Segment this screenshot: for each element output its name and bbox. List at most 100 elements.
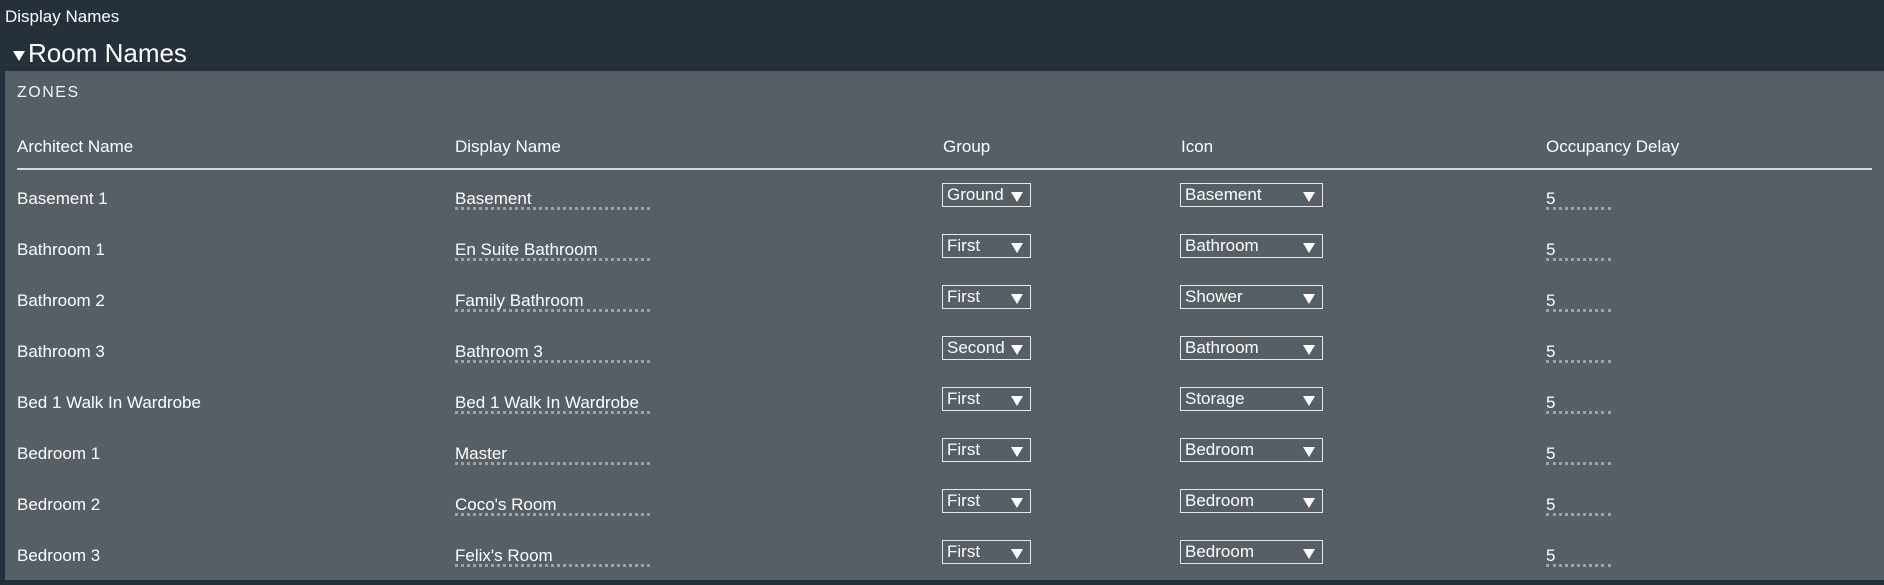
dropdown-arrow-icon [1303, 345, 1315, 355]
architect-name-cell: Bedroom 2 [17, 495, 101, 514]
display-name-value: Family Bathroom [455, 291, 584, 310]
icon-select[interactable]: Bedroom [1180, 489, 1323, 513]
group-select-value: First [947, 287, 981, 306]
group-select[interactable]: First [942, 387, 1031, 411]
column-header-occupancy-delay: Occupancy Delay [1546, 137, 1680, 156]
dropdown-arrow-icon [1303, 396, 1315, 406]
group-select[interactable]: First [942, 438, 1031, 462]
display-name-value: Basement [455, 189, 532, 208]
display-name-value: Coco's Room [455, 495, 557, 514]
column-header-group: Group [943, 137, 991, 156]
architect-name-cell: Bathroom 2 [17, 291, 105, 310]
display-name-value: En Suite Bathroom [455, 240, 598, 259]
group-select-value: Ground [947, 185, 1004, 204]
dropdown-arrow-icon [1303, 294, 1315, 304]
display-name-input[interactable]: Coco's Room [455, 483, 650, 516]
column-header-architect-name: Architect Name [17, 137, 134, 156]
architect-name-cell: Bedroom 1 [17, 444, 101, 463]
icon-select[interactable]: Bedroom [1180, 540, 1323, 564]
display-name-input[interactable]: Bathroom 3 [455, 330, 650, 363]
table-row: Bed 1 Walk In Wardrobe Bed 1 Walk In Ward… [5, 381, 1884, 432]
occupancy-delay-input[interactable]: 5 [1546, 432, 1611, 465]
icon-select-value: Bedroom [1185, 491, 1254, 510]
occupancy-delay-value: 5 [1546, 546, 1556, 565]
occupancy-delay-value: 5 [1546, 240, 1556, 259]
table-row: Bathroom 1 En Suite Bathroom First Bathroom… [5, 228, 1884, 279]
group-select-value: First [947, 440, 981, 459]
column-header-display-name: Display Name [455, 137, 561, 156]
icon-select-value: Bathroom [1185, 236, 1259, 255]
group-select-value: First [947, 236, 981, 255]
occupancy-delay-input[interactable]: 5 [1546, 381, 1611, 414]
dropdown-arrow-icon [1011, 192, 1023, 202]
icon-select[interactable]: Bathroom [1180, 336, 1323, 360]
column-header-icon: Icon [1181, 137, 1214, 156]
icon-select[interactable]: Bathroom [1180, 234, 1323, 258]
group-select-value: First [947, 491, 981, 510]
table-row: Bedroom 2 Coco's Room First Bedroom 5 [5, 483, 1884, 534]
display-name-input[interactable]: En Suite Bathroom [455, 228, 650, 261]
occupancy-delay-input[interactable]: 5 [1546, 228, 1611, 261]
architect-name-cell: Bed 1 Walk In Wardrobe [17, 393, 201, 412]
occupancy-delay-value: 5 [1546, 393, 1556, 412]
dropdown-arrow-icon [1011, 345, 1023, 355]
group-select[interactable]: Second [942, 336, 1031, 360]
icon-select[interactable]: Shower [1180, 285, 1323, 309]
table-row: Bedroom 3 Felix's Room First Bedroom 5 [5, 534, 1884, 585]
icon-select[interactable]: Storage [1180, 387, 1323, 411]
zones-title: ZONES [17, 84, 80, 101]
occupancy-delay-input[interactable]: 5 [1546, 483, 1611, 516]
occupancy-delay-input[interactable]: 5 [1546, 330, 1611, 363]
dropdown-arrow-icon [1011, 549, 1023, 559]
display-name-input[interactable]: Basement [455, 177, 650, 210]
dropdown-arrow-icon [1303, 549, 1315, 559]
dropdown-arrow-icon [1011, 447, 1023, 457]
display-name-value: Felix's Room [455, 546, 553, 565]
room-names-section-header[interactable]: Room Names [13, 38, 187, 68]
group-select[interactable]: Ground [942, 183, 1031, 207]
group-select[interactable]: First [942, 234, 1031, 258]
group-select[interactable]: First [942, 285, 1031, 309]
table-row: Bathroom 2 Family Bathroom First Shower 5 [5, 279, 1884, 330]
architect-name-cell: Basement 1 [17, 189, 108, 208]
display-name-input[interactable]: Felix's Room [455, 534, 650, 567]
group-select-value: First [947, 389, 981, 408]
group-select[interactable]: First [942, 540, 1031, 564]
occupancy-delay-input[interactable]: 5 [1546, 534, 1611, 567]
display-name-input[interactable]: Bed 1 Walk In Wardrobe [455, 381, 650, 414]
icon-select-value: Storage [1185, 389, 1245, 408]
icon-select[interactable]: Bedroom [1180, 438, 1323, 462]
dropdown-arrow-icon [1303, 447, 1315, 457]
table-row: Bedroom 1 Master First Bedroom 5 [5, 432, 1884, 483]
table-row: Bathroom 3 Bathroom 3 Second Bathroom 5 [5, 330, 1884, 381]
occupancy-delay-value: 5 [1546, 342, 1556, 361]
collapse-triangle-icon[interactable] [13, 51, 25, 61]
dropdown-arrow-icon [1303, 498, 1315, 508]
header-divider [17, 168, 1872, 170]
zones-panel: ZONES Architect Name Display Name Group … [5, 71, 1884, 580]
occupancy-delay-value: 5 [1546, 291, 1556, 310]
dropdown-arrow-icon [1011, 294, 1023, 304]
icon-select-value: Bathroom [1185, 338, 1259, 357]
architect-name-cell: Bathroom 1 [17, 240, 105, 259]
display-name-value: Master [455, 444, 507, 463]
display-name-input[interactable]: Family Bathroom [455, 279, 650, 312]
icon-select-value: Shower [1185, 287, 1243, 306]
icon-select-value: Bedroom [1185, 440, 1254, 459]
dropdown-arrow-icon [1303, 243, 1315, 253]
icon-select-value: Basement [1185, 185, 1262, 204]
dropdown-arrow-icon [1011, 396, 1023, 406]
group-select-value: First [947, 542, 981, 561]
occupancy-delay-input[interactable]: 5 [1546, 177, 1611, 210]
group-select[interactable]: First [942, 489, 1031, 513]
display-name-value: Bathroom 3 [455, 342, 543, 361]
dropdown-arrow-icon [1011, 243, 1023, 253]
occupancy-delay-value: 5 [1546, 189, 1556, 208]
occupancy-delay-input[interactable]: 5 [1546, 279, 1611, 312]
table-row: Basement 1 Basement Ground Basement 5 [5, 177, 1884, 228]
icon-select-value: Bedroom [1185, 542, 1254, 561]
icon-select[interactable]: Basement [1180, 183, 1323, 207]
display-name-input[interactable]: Master [455, 432, 650, 465]
architect-name-cell: Bedroom 3 [17, 546, 101, 565]
display-name-value: Bed 1 Walk In Wardrobe [455, 393, 639, 412]
